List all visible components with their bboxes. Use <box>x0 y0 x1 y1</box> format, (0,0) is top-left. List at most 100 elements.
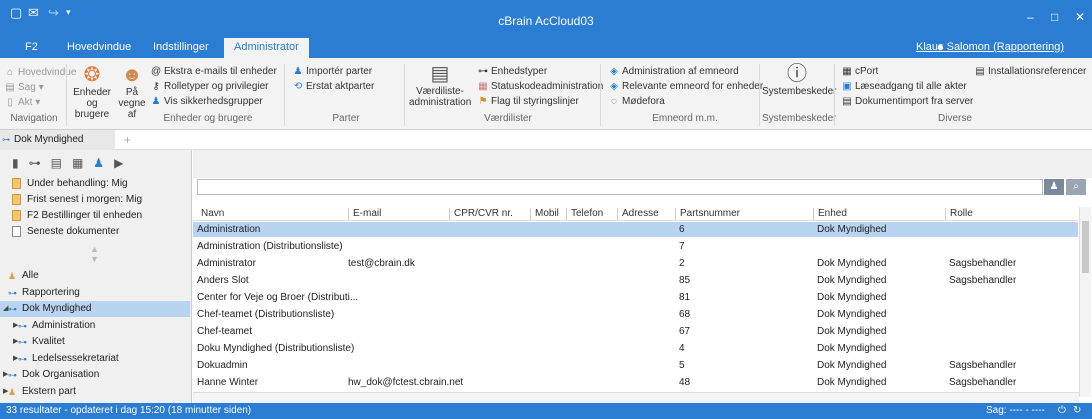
add-tab-button[interactable]: + <box>124 133 131 147</box>
ribbon-akt[interactable]: ▯ Akt ▾ <box>5 97 40 109</box>
tree-alle[interactable]: ♟ Alle <box>0 268 190 284</box>
search-button[interactable]: ⌕ <box>1066 179 1086 195</box>
list-icon[interactable]: ▤ <box>51 156 72 170</box>
search-input[interactable] <box>197 179 1043 195</box>
table-row[interactable]: Anders Slot 85 Dok Myndighed Sagsbehandler <box>193 273 1078 288</box>
ribbon-sikkerhedsgrupper[interactable]: ♟ Vis sikkerhedsgrupper <box>151 96 263 108</box>
ribbon-relevante-emneord[interactable]: ◈ Relevante emneord for enheder <box>609 81 763 93</box>
key-icon: ⚷ <box>152 81 160 92</box>
cell-nr: 4 <box>679 343 685 354</box>
tree-kvalitet[interactable]: ▶ ⊶ Kvalitet <box>0 334 190 350</box>
ribbon-installationsreferencer[interactable]: ▤ Installationsreferencer <box>975 66 1086 78</box>
tab-dok-myndighed[interactable]: ⊶ Dok Myndighed <box>0 130 115 150</box>
fav-f2-bestillinger[interactable]: F2 Bestillinger til enheden <box>0 208 190 224</box>
scroll-thumb[interactable] <box>1082 221 1089 273</box>
export-icon[interactable]: ▶ <box>114 156 133 170</box>
ribbon-laeseadgang[interactable]: ▣ Læseadgang til alle akter <box>842 81 966 93</box>
table-row[interactable]: Hanne Winter hw_dok@fctest.cbrain.net 48 Do… <box>193 375 1078 390</box>
vaerdiliste-button[interactable]: ▤ Værdiliste-administration <box>409 62 471 108</box>
tree-ledelsessekretariat[interactable]: ▶ ⊶ Ledelsessekretariat <box>0 351 190 367</box>
tab-f2[interactable]: F2 <box>25 38 38 58</box>
tree-dok-myndighed[interactable]: ◢ ⊶ Dok Myndighed <box>0 301 190 317</box>
close-icon[interactable]: ✕ <box>1075 10 1085 24</box>
hierarchy-icon: ⊶ <box>8 287 17 298</box>
col-partsnummer[interactable]: Partsnummer <box>675 208 740 220</box>
tree-rapportering[interactable]: ⊶ Rapportering <box>0 285 190 301</box>
cell-navn: Administration (Distributionsliste) <box>197 241 343 252</box>
minimize-icon[interactable]: – <box>1027 10 1034 24</box>
scroll-up-icon[interactable]: ▲ <box>90 244 99 254</box>
ribbon-sag[interactable]: ▤ Sag ▾ <box>5 82 43 94</box>
person-filter-button[interactable]: ♟ <box>1044 179 1064 195</box>
tab-administrator[interactable]: Administrator <box>224 38 309 58</box>
col-enhed[interactable]: Enhed <box>813 208 847 220</box>
import-icon: ♟ <box>293 66 303 77</box>
table-row[interactable]: Doku Myndighed (Distributionsliste) 4 Dok … <box>193 341 1078 356</box>
persons-icon[interactable]: ♟ <box>93 156 114 170</box>
folder-icon <box>12 194 21 205</box>
fav-seneste-dokumenter[interactable]: Seneste dokumenter <box>0 224 190 240</box>
table-row[interactable]: Chef-teamet 67 Dok Myndighed <box>193 324 1078 339</box>
paa-vegne-af-button[interactable]: ☻ På vegne af <box>117 63 147 120</box>
cell-rolle: Sagsbehandler <box>949 275 1017 286</box>
ribbon-admin-emneord[interactable]: ◈ Administration af emneord <box>609 66 739 78</box>
grid-icon: ▦ <box>842 66 852 77</box>
fav-frist[interactable]: Frist senest i morgen: Mig <box>0 192 190 208</box>
cell-enhed: Dok Myndighed <box>817 377 887 388</box>
scroll-down-icon[interactable]: ▼ <box>90 254 99 264</box>
document-icon: ▯ <box>7 97 13 108</box>
stack-icon[interactable]: ▦ <box>72 156 93 170</box>
col-navn[interactable]: Navn <box>197 208 224 220</box>
status-bar: 33 resultater - opdateret i dag 15:20 (1… <box>0 403 1092 419</box>
ribbon-flag[interactable]: ⚑ Flag til styringslinjer <box>478 96 579 108</box>
cell-navn: Anders Slot <box>197 275 249 286</box>
refresh-icon[interactable]: ↻ <box>1073 403 1081 419</box>
tree-ekstern-part[interactable]: ▶ ♟ Ekstern part <box>0 384 190 400</box>
user-link[interactable]: Klaus Salomon (Rapportering) <box>916 41 1064 53</box>
ribbon-ekstra-emails[interactable]: @ Ekstra e-mails til enheder <box>151 66 277 78</box>
ribbon-rolletyper[interactable]: ⚷ Rolletyper og privilegier <box>151 81 268 93</box>
ribbon-erstat-aktparter[interactable]: ⟲ Erstat aktparter <box>293 81 375 93</box>
col-telefon[interactable]: Telefon <box>566 208 603 220</box>
tab-hovedvindue[interactable]: Hovedvindue <box>67 38 131 58</box>
col-adresse[interactable]: Adresse <box>617 208 659 220</box>
col-cpr[interactable]: CPR/CVR nr. <box>449 208 513 220</box>
maximize-icon[interactable]: □ <box>1051 10 1058 24</box>
enheder-brugere-button[interactable]: ❂ Enheder og brugere <box>68 63 116 120</box>
table-row[interactable]: Administrator test@cbrain.dk 2 Dok Myndighe… <box>193 256 1078 271</box>
at-icon: @ <box>151 66 162 77</box>
ribbon-moedefora[interactable]: ◌ Mødefora <box>609 96 665 108</box>
col-rolle[interactable]: Rolle <box>945 208 973 220</box>
document-tabs: ⊶ Dok Myndighed + <box>0 130 1092 150</box>
tree-item-label: Rapportering <box>22 286 80 298</box>
table-row[interactable]: Center for Veje og Broer (Distributi... 8… <box>193 290 1078 305</box>
vertical-scrollbar[interactable] <box>1079 207 1091 397</box>
ribbon-importer-parter[interactable]: ♟ Importér parter <box>293 66 373 78</box>
cell-email: hw_dok@fctest.cbrain.net <box>348 377 464 388</box>
ribbon-enhedstyper[interactable]: ⊶ Enhedstyper <box>478 66 547 78</box>
tab-indstillinger[interactable]: Indstillinger <box>153 38 209 58</box>
tree-dok-organisation[interactable]: ▶ ⊶ Dok Organisation <box>0 367 190 383</box>
table-row[interactable]: Administration 6 Dok Myndighed <box>193 222 1078 237</box>
fav-under-behandling[interactable]: Under behandling: Mig <box>0 176 190 192</box>
col-email[interactable]: E-mail <box>348 208 381 220</box>
table-row[interactable]: Dokuadmin 5 Dok Myndighed Sagsbehandler <box>193 358 1078 373</box>
ribbon-cport[interactable]: ▦ cPort <box>842 66 878 78</box>
hierarchy-icon[interactable]: ⊶ <box>29 156 51 170</box>
ribbon-statuskode[interactable]: ▦ Statuskodeadministration <box>478 81 603 93</box>
systembeskeder-button[interactable]: ⓘ Systembeskeder <box>762 62 836 97</box>
col-mobil[interactable]: Mobil <box>530 208 559 220</box>
tree-item-label: Administration <box>32 319 96 331</box>
group-navigation: Navigation <box>10 113 58 124</box>
horizontal-scrollbar[interactable] <box>193 392 1079 403</box>
table-row[interactable]: Administration (Distributionsliste) 7 <box>193 239 1078 254</box>
hierarchy-icon: ⊶ <box>18 320 27 331</box>
group-system: Systembeskeder <box>762 113 837 124</box>
tree-administration[interactable]: ▶ ⊶ Administration <box>0 318 190 334</box>
cell-enhed: Dok Myndighed <box>817 309 887 320</box>
document-icon[interactable]: ▮ <box>12 156 29 170</box>
group-enheder: Enheder og brugere <box>163 113 253 124</box>
table-row[interactable]: Chef-teamet (Distributionsliste) 68 Dok My… <box>193 307 1078 322</box>
ribbon-dokumentimport[interactable]: ▤ Dokumentimport fra server <box>842 96 973 108</box>
power-icon[interactable]: ⏻ <box>1058 403 1066 419</box>
